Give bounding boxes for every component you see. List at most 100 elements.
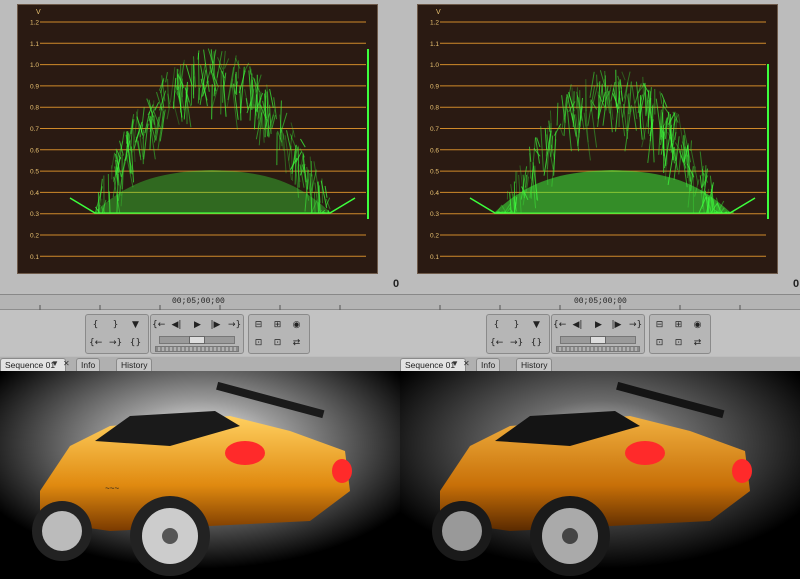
scope-tick-label: 0.4 [430, 190, 439, 197]
go-to-next-edit-icon[interactable]: →} [629, 319, 642, 331]
go-to-in-icon[interactable]: {← [490, 337, 503, 349]
waveform-streak [553, 131, 557, 176]
waveform-streak [154, 102, 160, 111]
shuttle-knob[interactable] [189, 336, 205, 344]
tab-label: History [121, 360, 148, 370]
waveform-streak [575, 87, 578, 110]
tab-history[interactable]: History [516, 358, 553, 371]
scope-tick-label: 0.5 [430, 169, 439, 176]
go-to-out-icon[interactable]: →} [510, 337, 523, 349]
lift-icon[interactable]: ⊡ [252, 337, 265, 349]
step-forward-icon[interactable]: |▶ [209, 319, 222, 331]
marker-controls: { } ▼ {← →} {} [486, 314, 550, 354]
playback-controls: {← ◀| ▶ |▶ →} [551, 314, 645, 354]
tab-label: Info [81, 360, 96, 370]
mark-in-icon[interactable]: { [89, 319, 102, 331]
scope-tick-label: 0.6 [30, 147, 39, 154]
step-back-icon[interactable]: ◀| [170, 319, 183, 331]
scope-tick-label: 1.0 [30, 62, 39, 69]
close-icon[interactable]: ✕ [63, 359, 70, 368]
scope-tick-label: 0.9 [30, 83, 39, 90]
tab-label: History [521, 360, 548, 370]
waveform-streak [631, 85, 638, 119]
output-icon[interactable]: ◉ [691, 319, 704, 331]
close-icon[interactable]: ✕ [463, 359, 470, 368]
waveform-streak [637, 83, 646, 94]
play-icon[interactable]: ▶ [592, 319, 605, 331]
extract-icon[interactable]: ⊡ [672, 337, 685, 349]
jog-wheel[interactable] [155, 346, 239, 352]
safe-margins-icon[interactable]: ⊞ [271, 319, 284, 331]
waveform-streak [211, 84, 213, 120]
scope-tick-label: 0.6 [430, 147, 439, 154]
go-to-in-icon[interactable]: {← [89, 337, 102, 349]
export-frame-icon[interactable]: ⇄ [691, 337, 704, 349]
time-ruler-right[interactable]: 00;05;00;00 [400, 294, 800, 311]
waveform-streak [249, 73, 253, 121]
shuttle-knob[interactable] [590, 336, 606, 344]
waveform-trace [69, 48, 356, 214]
level-indicator-bar [767, 64, 769, 219]
export-frame-icon[interactable]: ⇄ [290, 337, 303, 349]
tab-info[interactable]: Info [76, 358, 101, 371]
program-monitor-viewer-right[interactable] [400, 371, 800, 579]
tab-menu-icon[interactable]: ▼ [51, 359, 59, 368]
scope-unit-label: V [436, 9, 441, 16]
program-monitor-viewer-left[interactable]: ~~~ [0, 371, 400, 579]
go-to-previous-edit-icon[interactable]: {← [553, 319, 566, 331]
jog-wheel[interactable] [556, 346, 640, 352]
marker-icon[interactable]: ▼ [129, 319, 142, 331]
scope-tick-label: 0.5 [30, 169, 39, 176]
tab-menu-icon[interactable]: ▼ [451, 359, 459, 368]
waveform-streak [172, 77, 177, 109]
tab-history[interactable]: History [116, 358, 153, 371]
clear-marker-icon[interactable]: {} [129, 337, 142, 349]
go-to-out-icon[interactable]: →} [109, 337, 122, 349]
waveform-streak [244, 89, 249, 105]
step-back-icon[interactable]: ◀| [571, 319, 584, 331]
scope-tick-label: 0.3 [430, 211, 439, 218]
waveform-streak [117, 131, 125, 172]
lift-icon[interactable]: ⊡ [653, 337, 666, 349]
waveform-streak [234, 73, 237, 87]
scope-unit-label: V [36, 9, 41, 16]
marker-icon[interactable]: ▼ [530, 319, 543, 331]
tab-info[interactable]: Info [476, 358, 501, 371]
safe-margins-icon[interactable]: ⊞ [672, 319, 685, 331]
playback-controls: {← ◀| ▶ |▶ →} [150, 314, 244, 354]
waveform-streak [642, 76, 645, 100]
scope-tick-label: 1.1 [30, 41, 39, 48]
scope-tick-label: 0.1 [30, 254, 39, 261]
scope-tick-label: 0.8 [430, 105, 439, 112]
play-icon[interactable]: ▶ [191, 319, 204, 331]
tab-label: Sequence 01 [405, 360, 456, 370]
waveform-streak [227, 66, 235, 101]
output-icon[interactable]: ◉ [290, 319, 303, 331]
edit-controls: ⊟ ⊞ ◉ ⊡ ⊡ ⇄ [248, 314, 310, 354]
go-to-previous-edit-icon[interactable]: {← [152, 319, 165, 331]
waveform-streak [549, 134, 551, 150]
mark-out-icon[interactable]: } [109, 319, 122, 331]
waveform-streak [566, 108, 572, 152]
time-ruler-left[interactable]: 00;05;00;00 [0, 294, 400, 311]
waveform-streak [280, 112, 288, 134]
mark-out-icon[interactable]: } [510, 319, 523, 331]
go-to-next-edit-icon[interactable]: →} [228, 319, 241, 331]
waveform-trace [469, 69, 756, 214]
waveform-streak [222, 84, 224, 103]
mark-in-icon[interactable]: { [490, 319, 503, 331]
scope-tick-label: 1.2 [30, 20, 39, 27]
scope-tick-label: 1.0 [430, 62, 439, 69]
loop-icon[interactable]: ⊟ [252, 319, 265, 331]
waveform-streak [540, 126, 544, 172]
waveform-streak [556, 102, 559, 126]
waveform-streak [269, 88, 274, 108]
scope-tick-label: 1.2 [430, 20, 439, 27]
loop-icon[interactable]: ⊟ [653, 319, 666, 331]
scope-tick-label: 1.1 [430, 41, 439, 48]
waveform-streak [724, 211, 727, 214]
extract-icon[interactable]: ⊡ [271, 337, 284, 349]
clear-marker-icon[interactable]: {} [530, 337, 543, 349]
step-forward-icon[interactable]: |▶ [610, 319, 623, 331]
waveform-streak [167, 78, 170, 108]
